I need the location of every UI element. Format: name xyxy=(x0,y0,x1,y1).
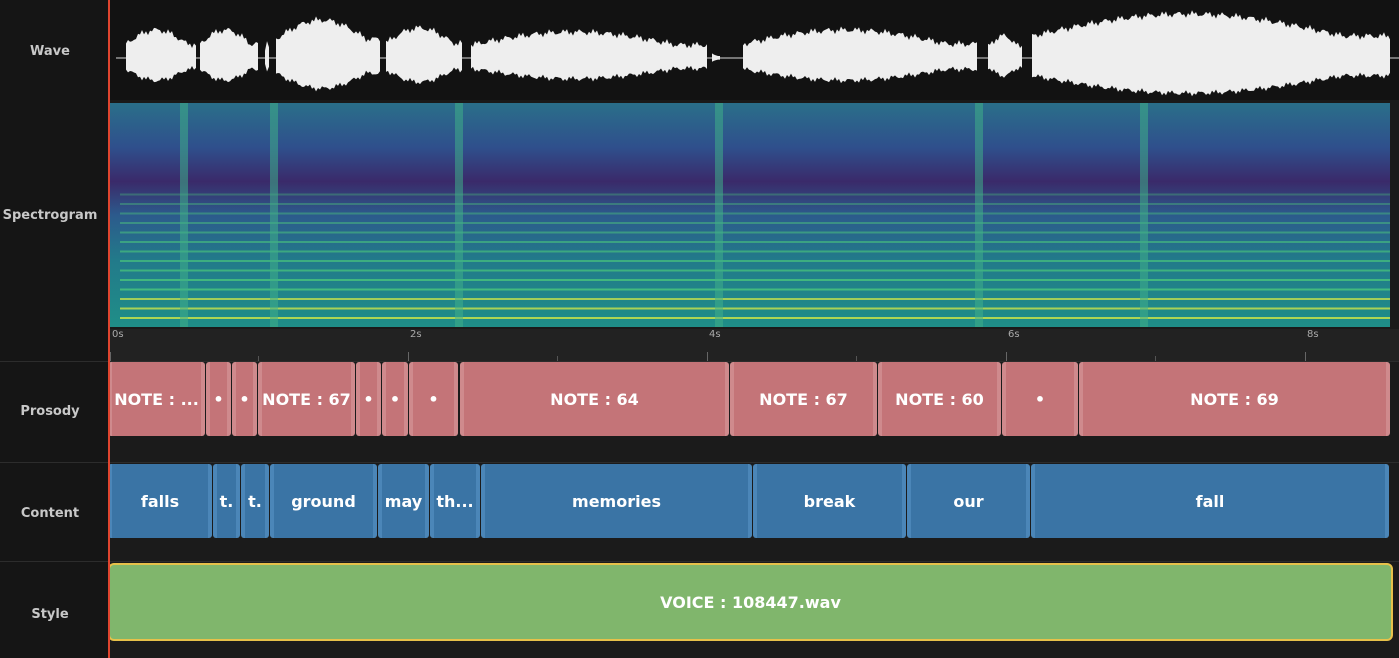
track-label-column xyxy=(0,0,108,658)
content-segment[interactable]: may xyxy=(378,464,429,538)
prosody-segment[interactable]: NOTE : 69 xyxy=(1079,362,1390,436)
content-segment[interactable]: t. xyxy=(241,464,269,538)
ruler-tick-label: 8s xyxy=(1307,329,1319,340)
prosody-segment[interactable]: NOTE : 60 xyxy=(878,362,1001,436)
content-segment[interactable]: memories xyxy=(481,464,752,538)
prosody-segment[interactable]: NOTE : 64 xyxy=(460,362,729,436)
ruler-major-tick xyxy=(1006,352,1007,361)
content-segment[interactable]: t. xyxy=(213,464,240,538)
waveform[interactable] xyxy=(108,0,1399,100)
ruler-tick-label: 6s xyxy=(1008,329,1020,340)
prosody-segment[interactable]: NOTE : 67 xyxy=(258,362,355,436)
prosody-segment[interactable]: • xyxy=(1002,362,1078,436)
prosody-segment[interactable]: • xyxy=(206,362,231,436)
prosody-segment[interactable]: • xyxy=(409,362,458,436)
content-segment[interactable]: our xyxy=(907,464,1030,538)
spectrogram-track-label: Spectrogram xyxy=(2,208,98,223)
prosody-segment[interactable]: NOTE : ... xyxy=(108,362,205,436)
ruler-major-tick xyxy=(1305,352,1306,361)
style-segment[interactable]: VOICE : 108447.wav xyxy=(108,563,1393,641)
ruler-tick-label: 2s xyxy=(410,329,422,340)
content-segment[interactable]: fall xyxy=(1031,464,1389,538)
ruler-tick-label: 4s xyxy=(709,329,721,340)
prosody-segment[interactable]: • xyxy=(356,362,381,436)
content-segment[interactable]: break xyxy=(753,464,906,538)
style-track-label: Style xyxy=(31,607,69,622)
content-segment[interactable]: falls xyxy=(108,464,212,538)
wave-track-label: Wave xyxy=(30,44,70,59)
content-segment[interactable]: th... xyxy=(430,464,480,538)
ruler-major-tick xyxy=(408,352,409,361)
ruler-tick-label: 0s xyxy=(112,329,124,340)
prosody-segment[interactable]: NOTE : 67 xyxy=(730,362,877,436)
prosody-track-label: Prosody xyxy=(20,404,80,419)
ruler-major-tick xyxy=(707,352,708,361)
content-segment[interactable]: ground xyxy=(270,464,377,538)
time-ruler[interactable]: 0s 2s 4s 6s 8s xyxy=(108,329,1399,362)
ruler-major-tick xyxy=(110,352,111,361)
spectrogram[interactable] xyxy=(110,103,1390,327)
playhead[interactable] xyxy=(108,0,110,658)
prosody-segment[interactable]: • xyxy=(232,362,257,436)
content-track-label: Content xyxy=(20,506,80,521)
prosody-segment[interactable]: • xyxy=(382,362,408,436)
